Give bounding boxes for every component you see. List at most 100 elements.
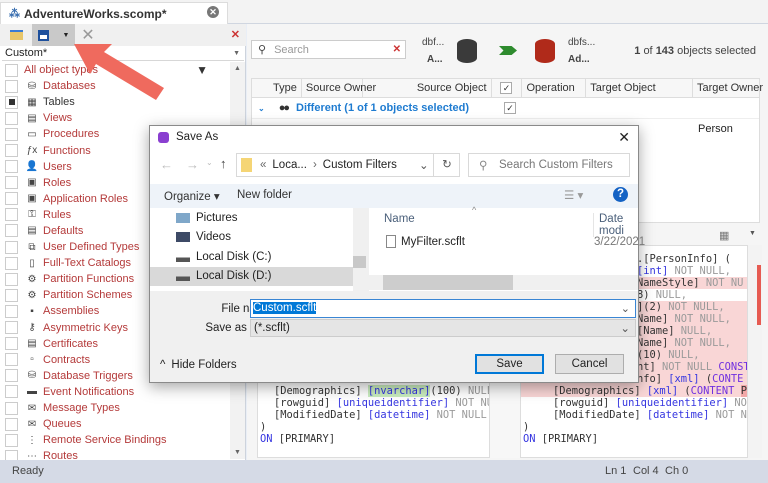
nav-scrollbar[interactable] [353, 208, 366, 291]
checkbox[interactable] [5, 79, 18, 93]
save-button[interactable]: Save [475, 354, 544, 374]
code-token: NOT NULL [662, 361, 719, 373]
object-type-row[interactable]: ▬ Event Notifications [0, 384, 230, 400]
code-scrollbar[interactable] [748, 245, 762, 458]
group-checkbox[interactable]: ✓ [504, 102, 516, 114]
selection-count: 1 of 143 objects selected [634, 45, 756, 57]
target-database-icon[interactable] [535, 39, 555, 63]
checkbox[interactable] [5, 144, 18, 158]
select-all-checkbox[interactable]: ✓ [500, 82, 513, 94]
col-type[interactable]: Type [252, 79, 302, 97]
up-button[interactable]: ↑ [220, 156, 227, 171]
col-source-owner[interactable]: Source Owner [302, 79, 376, 97]
refresh-button[interactable]: ↻ [433, 154, 460, 176]
checkbox[interactable] [5, 240, 18, 254]
new-folder-button[interactable]: New folder [237, 189, 292, 201]
file-list-hscrollbar[interactable] [369, 275, 638, 290]
close-panel-icon[interactable]: ✕ [231, 28, 240, 41]
checkbox[interactable] [5, 95, 18, 109]
dialog-title-bar: Save As ✕ [150, 126, 638, 148]
col-name[interactable]: Name [384, 213, 415, 225]
search-input[interactable]: ⚲ Search ✕ [251, 40, 406, 59]
checkbox[interactable] [5, 127, 18, 141]
layout-icon[interactable]: ▦ [719, 229, 729, 242]
source-db-label: A... [427, 54, 443, 65]
object-type-row[interactable]: ⋮ Remote Service Bindings [0, 432, 230, 448]
expand-chevron-icon[interactable]: ⌄ [258, 104, 265, 113]
nav-item-local-disk-c[interactable]: Local Disk (C:) [150, 247, 366, 267]
close-tab-icon[interactable]: ✕ [207, 6, 219, 18]
source-database-icon[interactable] [457, 39, 477, 63]
view-options-icon[interactable]: ☰ ▾ [564, 188, 583, 202]
forward-button[interactable]: → [186, 157, 199, 172]
path-current[interactable]: Custom Filters [323, 159, 397, 171]
col-date[interactable]: Date modi [593, 213, 638, 237]
col-operation[interactable]: Operation [522, 79, 587, 97]
checkbox[interactable] [5, 417, 18, 431]
checkbox[interactable] [5, 401, 18, 415]
col-source-object[interactable]: Source Object [363, 79, 492, 97]
col-target-object[interactable]: Target Object [586, 79, 693, 97]
object-type-row[interactable]: ✉ Queues [0, 416, 230, 432]
checkbox[interactable] [5, 369, 18, 383]
rule-icon: ⚿ [28, 209, 36, 221]
path-overflow[interactable]: « [260, 159, 266, 171]
path-parent[interactable]: Loca... [272, 159, 307, 171]
checkbox[interactable] [5, 353, 18, 367]
filter-icon[interactable]: ▼ [196, 63, 208, 77]
checkbox[interactable] [5, 385, 18, 399]
open-filter-button[interactable] [4, 24, 28, 46]
checkbox[interactable] [5, 63, 18, 77]
checkbox[interactable] [5, 256, 18, 270]
code-token: ON [523, 433, 536, 445]
dialog-search-input[interactable]: ⚲ Search Custom Filters [468, 153, 630, 177]
binding-icon: ⋮ [27, 434, 37, 446]
checkbox[interactable] [5, 337, 18, 351]
clear-search-icon[interactable]: ✕ [393, 44, 401, 55]
file-name-input[interactable]: Custom.scflt ⌄ [250, 299, 636, 318]
layout-dropdown-icon[interactable]: ▼ [749, 230, 756, 237]
nav-item-pictures[interactable]: Pictures [150, 208, 366, 228]
nav-item-videos[interactable]: Videos [150, 228, 366, 248]
code-token: [Demographics] [274, 385, 368, 397]
file-row[interactable]: MyFilter.scflt [386, 235, 465, 248]
code-line: [ModifiedDate] [datetime] NOT NULL C [521, 409, 747, 421]
target-db-label: Ad... [568, 54, 590, 65]
cancel-button[interactable]: Cancel [555, 354, 624, 374]
checkbox[interactable] [5, 433, 18, 447]
help-icon[interactable]: ? [613, 187, 628, 202]
object-type-label: Application Roles [43, 192, 128, 205]
object-type-row[interactable]: ▤ Views [0, 110, 230, 126]
organize-button[interactable]: Organize ▾ [164, 189, 220, 203]
checkbox[interactable] [5, 192, 18, 206]
recent-dropdown-icon[interactable]: ⌄ [206, 158, 213, 167]
save-as-type-select[interactable]: (*.scflt) ⌄ [250, 319, 636, 337]
close-dialog-button[interactable]: ✕ [618, 129, 630, 146]
checkbox[interactable] [5, 160, 18, 174]
hide-folders-button[interactable]: ^ Hide Folders [160, 359, 237, 371]
nav-item-local-disk-d[interactable]: Local Disk (D:) [150, 266, 353, 286]
col-include[interactable]: ✓ [492, 79, 523, 97]
back-button[interactable]: ← [160, 157, 173, 172]
checkbox[interactable] [5, 111, 18, 125]
checkbox[interactable] [5, 321, 18, 335]
object-type-row[interactable]: ✉ Message Types [0, 400, 230, 416]
checkbox[interactable] [5, 208, 18, 222]
chevron-down-icon[interactable]: ⌄ [621, 302, 630, 315]
checkbox[interactable] [5, 288, 18, 302]
code-token: [Demographics] [553, 385, 647, 397]
checkbox[interactable] [5, 224, 18, 238]
col-target-owner[interactable]: Target Owner [693, 79, 763, 97]
address-dropdown-icon[interactable]: ⌄ [419, 158, 429, 172]
partition-scheme-icon: ⚙ [27, 289, 37, 301]
user-defined-type-icon: ⧉ [28, 241, 36, 253]
code-token: [rowguid] [553, 397, 616, 409]
checkbox[interactable] [5, 304, 18, 318]
group-row-different[interactable]: ⌄ ●● Different (1 of 1 objects selected)… [252, 98, 759, 118]
document-tab[interactable]: ⁂ AdventureWorks.scomp* ✕ [0, 2, 228, 24]
checkbox[interactable] [5, 176, 18, 190]
address-bar[interactable]: « Loca... › Custom Filters ⌄ ↻ [236, 153, 460, 177]
checkbox[interactable] [5, 272, 18, 286]
object-type-label: Roles [43, 176, 72, 189]
user-icon: 👤 [25, 161, 39, 173]
